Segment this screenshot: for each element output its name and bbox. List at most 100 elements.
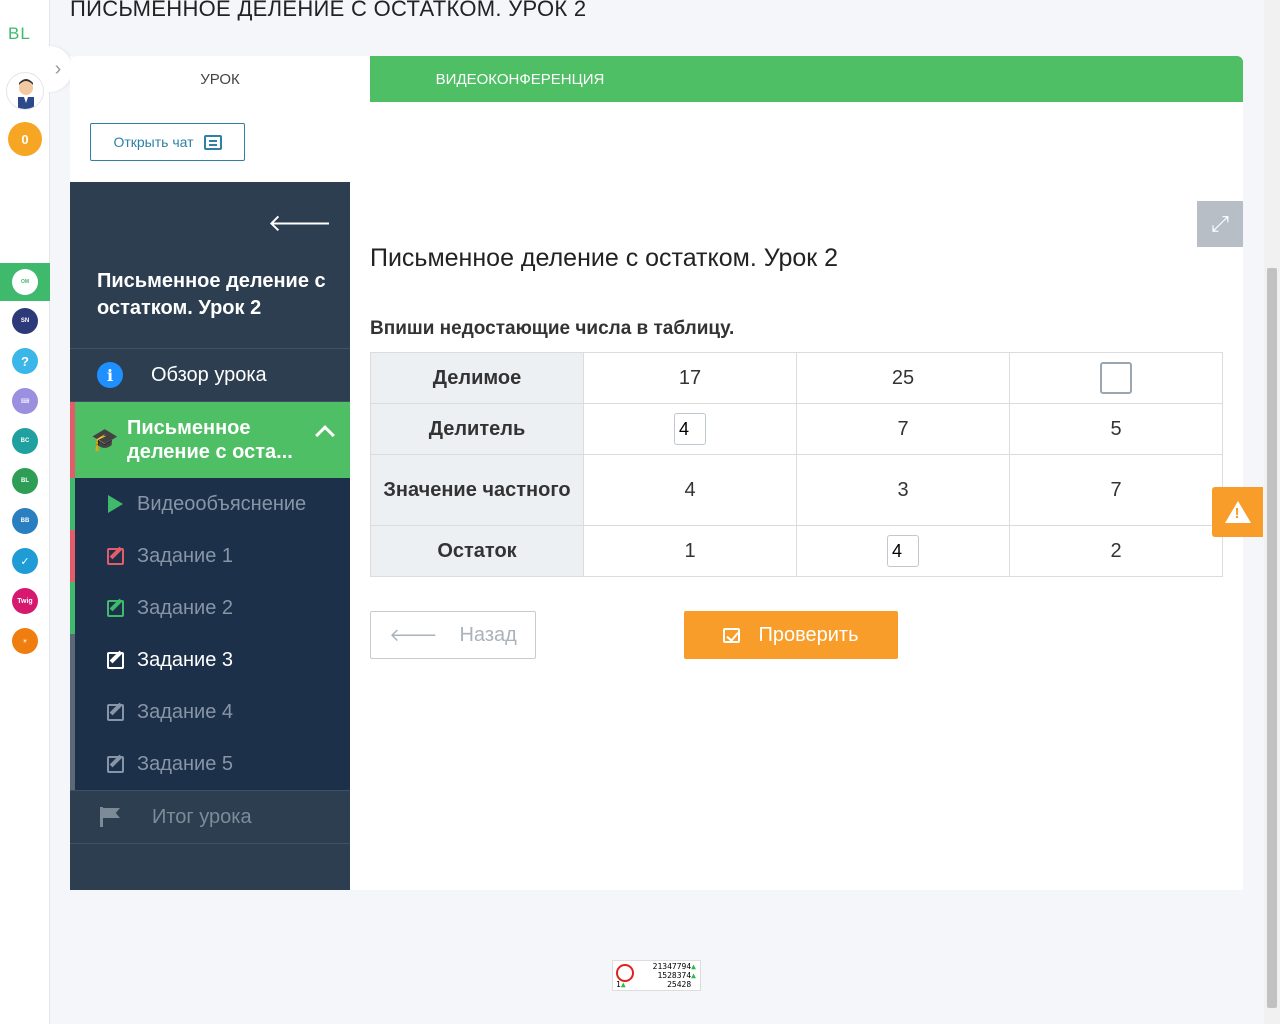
page-scrollbar[interactable] (1264, 0, 1280, 1024)
graduation-cap-icon: 🎓 (91, 427, 119, 452)
chevron-up-icon[interactable] (315, 425, 335, 445)
open-chat-button[interactable]: Открыть чат (90, 123, 245, 161)
edit-icon (105, 547, 125, 565)
chevron-right-icon: › (54, 57, 62, 80)
sidebar-item-task-1[interactable]: Задание 1 (70, 530, 350, 582)
arrow-up-icon: ▲ (691, 971, 696, 980)
row-header: Делимое (370, 352, 584, 404)
divisor-input[interactable] (674, 413, 706, 445)
coins-badge[interactable]: 0 (8, 122, 42, 156)
expand-rail-button[interactable]: › (44, 46, 72, 92)
sidebar-item-label: Задание 4 (137, 700, 234, 723)
sidebar-item-summary[interactable]: Итог урока (70, 790, 350, 844)
chat-icon (203, 134, 222, 150)
page-title: ПИСЬМЕННОЕ ДЕЛЕНИЕ С ОСТАТКОМ. УРОК 2 (70, 0, 587, 21)
bilim-book-icon[interactable]: BB (12, 508, 38, 534)
counter-values: 21347794▲ 1528374▲ 25428 (653, 962, 696, 989)
check-button-label: Проверить (758, 623, 859, 646)
table-cell: 2 (1009, 525, 1223, 577)
arrow-up-icon: ▲ (620, 980, 626, 989)
warning-icon (1224, 501, 1251, 523)
table-cell (583, 403, 797, 455)
sidebar-item-label: Задание 1 (137, 544, 234, 567)
table-row: Остаток 1 2 (370, 525, 1223, 577)
sidebar-item-task-4[interactable]: Задание 4 (70, 686, 350, 738)
twig-icon[interactable]: Twig (12, 588, 38, 614)
sidebar-item-label: Обзор урока (151, 363, 267, 386)
sidebar-item-label: Видеообъяснение (137, 492, 307, 515)
counter-line: 21347794▲ (653, 962, 696, 971)
online-mektep-icon: OM (12, 269, 38, 295)
bilim-land-icon[interactable]: BL (12, 468, 38, 494)
tab-lesson[interactable]: УРОК (70, 56, 370, 102)
keyboard-icon[interactable]: ⌨ (12, 388, 38, 414)
counter-value: 25428 (667, 980, 692, 989)
tab-videoconference[interactable]: ВИДЕОКОНФЕРЕНЦИЯ (370, 56, 670, 102)
tab-bar: УРОК ВИДЕОКОНФЕРЕНЦИЯ (70, 56, 1243, 102)
table-row: Делитель 7 5 (370, 403, 1223, 455)
dividend-input[interactable] (1100, 362, 1132, 394)
sidebar-title: Письменное деление с остатком. Урок 2 (97, 270, 326, 319)
counter-value: 21347794 (652, 962, 692, 971)
edit-icon (105, 755, 125, 773)
sidebar-item-current-section[interactable]: 🎓 Письменное деление с оста... (70, 402, 350, 478)
check-square-icon (723, 627, 741, 643)
bl-logo[interactable]: BL (8, 24, 31, 44)
sidebar-item-task-3[interactable]: Задание 3 (70, 634, 350, 686)
task-table: Делимое 17 25 Делитель 7 5 Значение част… (370, 352, 1223, 577)
smart-nation-icon[interactable]: SN (12, 308, 38, 334)
counter-value: 1528374 (657, 971, 692, 980)
row-header: Значение частного (370, 454, 584, 526)
table-cell (1009, 352, 1223, 404)
report-problem-button[interactable] (1212, 487, 1263, 537)
info-icon: i (97, 362, 123, 388)
online-mektep-app[interactable]: OM (0, 263, 50, 301)
expand-icon: ⤢ (1211, 211, 1229, 236)
sidebar-item-task-2[interactable]: Задание 2 (70, 582, 350, 634)
task-instruction: Впиши недостающие числа в таблицу. (370, 318, 735, 339)
sidebar-item-label: Письменное деление с оста... (127, 417, 293, 463)
table-cell (796, 525, 1010, 577)
back-arrow-icon[interactable]: 🡐 (268, 208, 332, 238)
lesson-card: УРОК ВИДЕОКОНФЕРЕНЦИЯ Открыть чат 🡐 Пись… (70, 56, 1243, 890)
table-cell: 17 (583, 352, 797, 404)
sidebar-item-label: Задание 2 (137, 596, 234, 619)
sidebar-item-video-explanation[interactable]: Видеообъяснение (70, 478, 350, 530)
edit-icon (105, 703, 125, 721)
edit-icon (105, 651, 125, 669)
avatar-icon (18, 79, 34, 109)
counter-line: 1528374▲ (653, 971, 696, 980)
table-row: Делимое 17 25 (370, 352, 1223, 404)
bilim-control-icon[interactable]: BC (12, 428, 38, 454)
help-icon[interactable]: ? (12, 348, 38, 374)
row-header: Делитель (370, 403, 584, 455)
app-rail: BL 0 OM SN ? ⌨ BC BL BB ✓ Twig ☀ (0, 0, 50, 1024)
back-button-label: Назад (459, 623, 517, 646)
flag-icon (100, 807, 122, 827)
arrow-left-icon: 🡐 (389, 624, 438, 645)
test-icon[interactable]: ✓ (12, 548, 38, 574)
table-row: Значение частного 4 3 7 (370, 454, 1223, 526)
table-cell: 1 (583, 525, 797, 577)
fullscreen-button[interactable]: ⤢ (1197, 201, 1243, 247)
back-button[interactable]: 🡐 Назад (370, 611, 536, 659)
remainder-input[interactable] (887, 535, 919, 567)
visit-counter[interactable]: 21347794▲ 1528374▲ 25428 1▲ (612, 960, 701, 991)
check-button[interactable]: Проверить (684, 611, 898, 659)
sidebar-item-overview[interactable]: i Обзор урока (70, 348, 350, 402)
sidebar-item-task-5[interactable]: Задание 5 (70, 738, 350, 790)
user-avatar[interactable] (6, 72, 44, 110)
lesson-sidebar: 🡐 Письменное деление с остатком. Урок 2 … (70, 182, 350, 890)
table-cell: 4 (583, 454, 797, 526)
table-cell: 3 (796, 454, 1010, 526)
arrow-up-icon: ▲ (691, 962, 696, 971)
bilimsay-icon[interactable]: ☀ (12, 628, 38, 654)
table-cell: 7 (1009, 454, 1223, 526)
scrollbar-thumb[interactable] (1267, 268, 1277, 1008)
open-chat-label: Открыть чат (113, 134, 194, 150)
play-icon (105, 495, 125, 513)
sidebar-item-label: Задание 3 (137, 648, 234, 671)
sidebar-item-label: Задание 5 (137, 752, 234, 775)
table-cell: 7 (796, 403, 1010, 455)
table-cell: 25 (796, 352, 1010, 404)
